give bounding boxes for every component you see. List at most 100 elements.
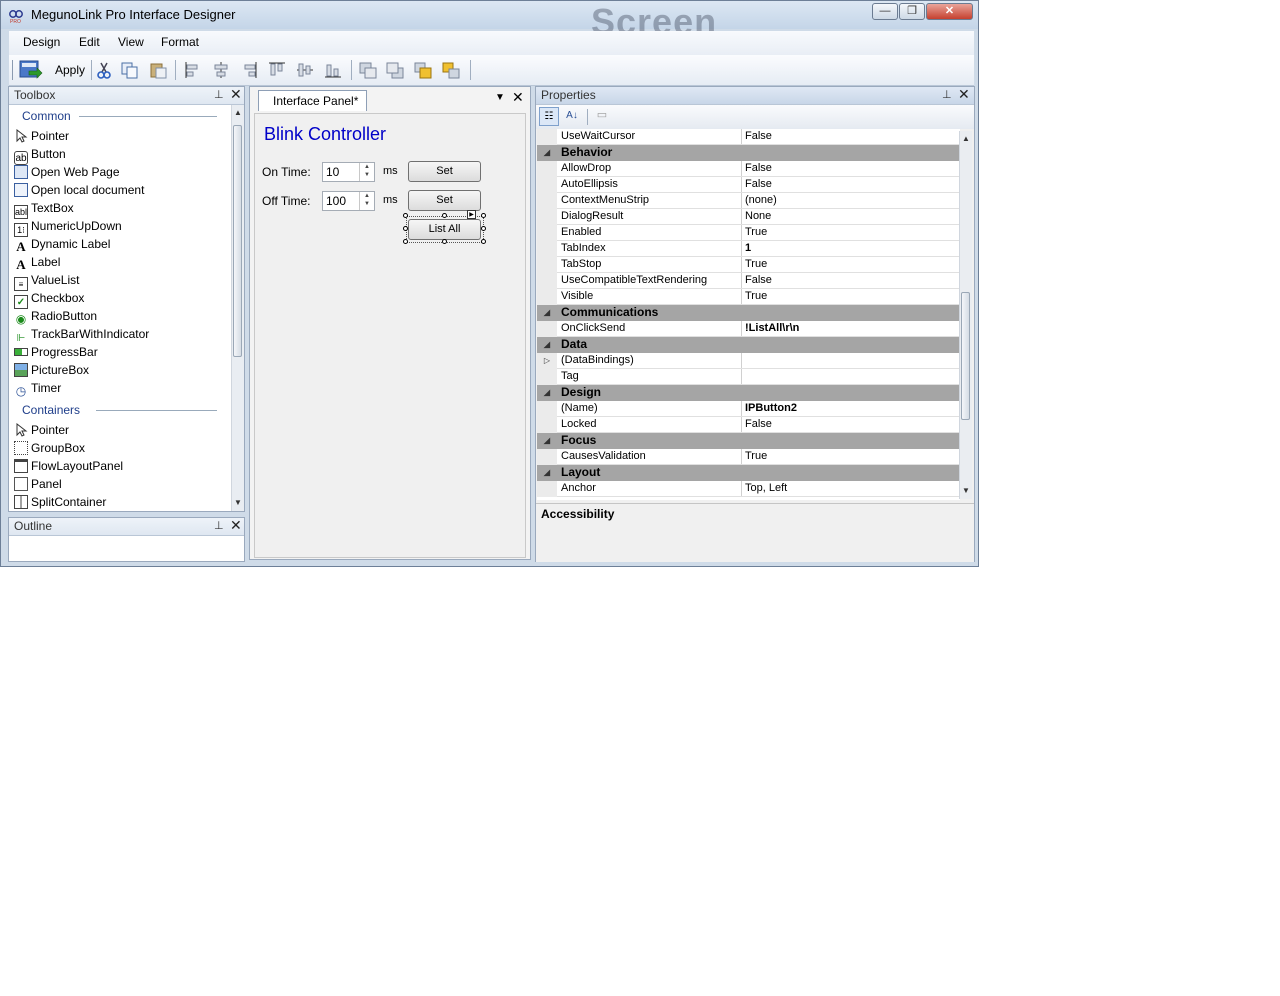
toolbox-item-groupbox[interactable]: GroupBox [14, 440, 85, 456]
toolbox-item-textbox[interactable]: abl TextBox [14, 200, 74, 219]
property-category-row[interactable]: ◢ Layout [537, 465, 960, 481]
property-value[interactable]: True [745, 449, 955, 464]
toolbox-item-pointer[interactable]: Pointer [14, 422, 69, 438]
property-value[interactable]: !ListAll\r\n [745, 321, 955, 336]
menu-edit[interactable]: Edit [79, 35, 100, 49]
column-divider[interactable] [741, 321, 742, 337]
apply-button[interactable]: Apply [55, 63, 85, 77]
resize-handle[interactable] [442, 239, 447, 244]
pin-icon[interactable]: ⊥ [214, 88, 224, 101]
property-value[interactable]: False [745, 273, 955, 288]
categorized-icon[interactable]: ☷ [539, 107, 559, 126]
toolbox-item-trackbarwithindicator[interactable]: ⊩ TrackBarWithIndicator [14, 326, 150, 344]
off-time-field[interactable]: 100 ▲ ▼ [322, 191, 375, 211]
close-window-button[interactable]: ✕ [926, 3, 973, 20]
property-row[interactable]: ContextMenuStrip (none) [537, 193, 960, 209]
spin-arrows-icon[interactable]: ▲ ▼ [359, 192, 374, 210]
column-divider[interactable] [741, 481, 742, 497]
property-value[interactable]: None [745, 209, 955, 224]
pin-icon[interactable]: ⊥ [214, 519, 224, 532]
resize-handle[interactable] [481, 239, 486, 244]
column-divider[interactable] [741, 129, 742, 145]
scroll-up-icon[interactable]: ▲ [962, 134, 970, 143]
toolbox-section-common[interactable]: Common [22, 109, 71, 123]
toolbox-item-numericupdown[interactable]: 1⁝ NumericUpDown [14, 218, 122, 237]
property-category-row[interactable]: ◢ Data [537, 337, 960, 353]
smart-tag-icon[interactable]: ▶ [467, 210, 476, 219]
collapse-icon[interactable]: ◢ [537, 337, 557, 353]
property-pages-icon[interactable]: ▭ [592, 107, 612, 126]
property-row[interactable]: AllowDrop False [537, 161, 960, 177]
close-pane-icon[interactable]: ✕ [958, 86, 970, 103]
paste-icon[interactable] [149, 61, 167, 79]
column-divider[interactable] [741, 449, 742, 465]
toolbox-scrollbar[interactable]: ▲ ▼ [231, 105, 244, 511]
property-value[interactable]: 1 [745, 241, 955, 256]
column-divider[interactable] [741, 289, 742, 305]
collapse-icon[interactable]: ◢ [537, 145, 557, 161]
align-middles-icon[interactable] [296, 61, 314, 79]
tab-interface-panel[interactable]: Interface Panel* [258, 90, 368, 111]
resize-handle[interactable] [481, 213, 486, 218]
column-divider[interactable] [741, 257, 742, 273]
scroll-down-icon[interactable]: ▼ [234, 498, 242, 507]
resize-handle[interactable] [403, 226, 408, 231]
toolbox-item-progressbar[interactable]: ProgressBar [14, 344, 98, 360]
toolbox-item-pointer[interactable]: Pointer [14, 128, 69, 144]
property-value[interactable]: True [745, 257, 955, 272]
collapse-icon[interactable]: ◢ [537, 433, 557, 449]
toolbox-item-valuelist[interactable]: ≡ ValueList [14, 272, 79, 291]
toolbox-item-timer[interactable]: ◷ Timer [14, 380, 61, 398]
toolbox-item-open-web-page[interactable]: Open Web Page [14, 164, 120, 180]
column-divider[interactable] [741, 241, 742, 257]
toolbox-item-radiobutton[interactable]: ◉ RadioButton [14, 308, 97, 326]
on-time-field[interactable]: 10 ▲ ▼ [322, 162, 375, 182]
column-divider[interactable] [741, 225, 742, 241]
blink-controller-heading[interactable]: Blink Controller [264, 124, 386, 145]
close-pane-icon[interactable]: ✕ [230, 517, 242, 534]
scroll-up-icon[interactable]: ▲ [234, 108, 242, 117]
toolbox-item-dynamic-label[interactable]: A Dynamic Label [14, 236, 110, 253]
cut-icon[interactable] [95, 61, 113, 79]
maximize-button[interactable]: ❐ [899, 3, 925, 20]
property-value[interactable]: (none) [745, 193, 955, 208]
property-value[interactable]: False [745, 417, 955, 432]
collapse-icon[interactable]: ◢ [537, 465, 557, 481]
property-row[interactable]: AutoEllipsis False [537, 177, 960, 193]
send-to-back-icon[interactable] [386, 61, 404, 79]
design-surface[interactable]: Blink Controller On Time: 10 ▲ ▼ ms Set O… [254, 113, 526, 558]
property-row[interactable]: Locked False [537, 417, 960, 433]
resize-handle[interactable] [403, 213, 408, 218]
resize-handle[interactable] [481, 226, 486, 231]
close-document-icon[interactable]: ✕ [512, 89, 524, 106]
align-centers-icon[interactable] [212, 61, 230, 79]
copy-icon[interactable] [121, 61, 139, 79]
property-value[interactable]: True [745, 289, 955, 304]
toolbox-item-open-local-document[interactable]: Open local document [14, 182, 144, 198]
toolbox-item-picturebox[interactable]: PictureBox [14, 362, 89, 378]
scroll-down-icon[interactable]: ▼ [962, 486, 970, 495]
property-row[interactable]: (Name) IPButton2 [537, 401, 960, 417]
pin-icon[interactable]: ⊥ [942, 88, 952, 101]
property-value[interactable]: False [745, 177, 955, 192]
menu-format[interactable]: Format [161, 35, 199, 49]
column-divider[interactable] [741, 417, 742, 433]
property-value[interactable]: False [745, 161, 955, 176]
column-divider[interactable] [741, 161, 742, 177]
align-lefts-icon[interactable] [184, 61, 202, 79]
set-off-time-button[interactable]: Set [408, 190, 481, 211]
column-divider[interactable] [741, 353, 742, 369]
bring-to-front-icon[interactable] [359, 61, 377, 79]
property-category-row[interactable]: ◢ Focus [537, 433, 960, 449]
property-category-row[interactable]: ◢ Behavior [537, 145, 960, 161]
scroll-thumb[interactable] [233, 125, 242, 357]
property-row[interactable]: UseCompatibleTextRendering False [537, 273, 960, 289]
column-divider[interactable] [741, 273, 742, 289]
minimize-button[interactable]: — [872, 3, 898, 20]
close-pane-icon[interactable]: ✕ [230, 86, 242, 103]
property-row[interactable]: Tag [537, 369, 960, 385]
property-row[interactable]: OnClickSend !ListAll\r\n [537, 321, 960, 337]
align-tops-icon[interactable] [268, 61, 286, 79]
property-row[interactable]: TabStop True [537, 257, 960, 273]
property-row[interactable]: Enabled True [537, 225, 960, 241]
